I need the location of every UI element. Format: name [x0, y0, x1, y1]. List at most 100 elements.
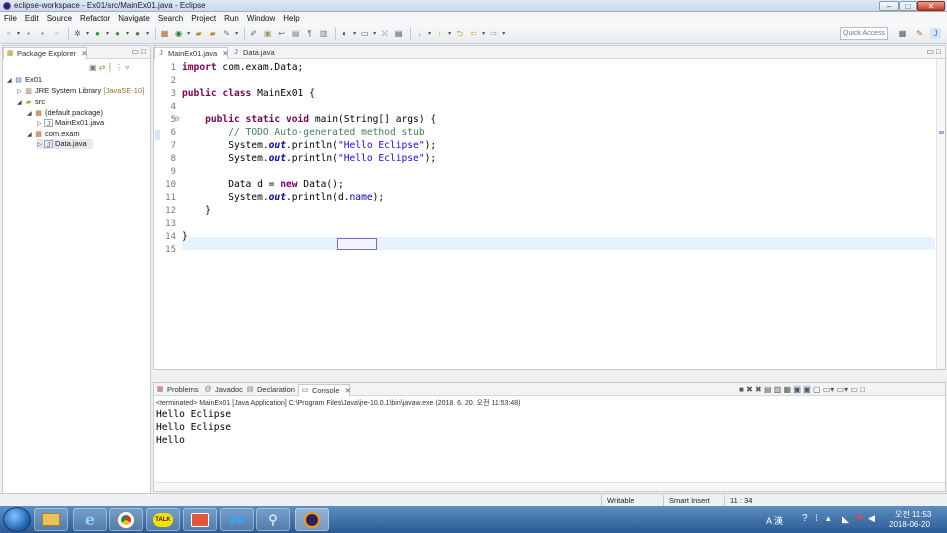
kakaotalk-icon[interactable]: TALK — [146, 508, 180, 531]
new-class-icon[interactable]: ◉ — [173, 28, 184, 39]
close-tab-icon[interactable]: ✕ — [345, 386, 351, 395]
search-icon[interactable]: ✎ — [221, 28, 232, 39]
collapse-all-icon[interactable]: ▣ — [89, 63, 97, 72]
action-center-flag-icon[interactable]: ⚑ — [855, 513, 863, 524]
internet-explorer-icon[interactable]: e — [73, 508, 107, 531]
tab-package-explorer[interactable]: ▦ Package Explorer ✕ — [3, 47, 88, 59]
next-annotation-icon[interactable]: ↓ — [414, 28, 425, 39]
show-on-stdout-icon[interactable]: ▣ — [793, 385, 801, 394]
remove-all-icon[interactable]: ✖ — [755, 385, 762, 394]
code-line[interactable]: System.out.println(d.name); — [182, 192, 384, 203]
tab-problems[interactable]: ▦ Problems — [154, 384, 200, 396]
menu-navigate[interactable]: Navigate — [118, 14, 150, 23]
close-button[interactable]: ✕ — [917, 1, 945, 11]
next-annotation-dropdown-icon[interactable]: ▾ — [428, 30, 431, 37]
java-perspective-icon[interactable]: J — [930, 28, 941, 39]
minimize-button[interactable]: – — [879, 1, 899, 11]
minimize-view-icon[interactable]: ▭ — [131, 47, 139, 56]
collapse-icon[interactable]: ▷ — [37, 119, 44, 129]
search-dropdown-icon[interactable]: ▾ — [235, 30, 238, 37]
display-console-dropdown-icon[interactable]: ▾ — [830, 385, 834, 394]
clock-date[interactable]: 2018-06-20 — [889, 520, 930, 529]
save-icon[interactable]: ▪ — [23, 28, 34, 39]
tree-item-com-exam[interactable]: ◢ ▦ com.exam — [27, 129, 80, 139]
link-with-editor-icon[interactable]: ⇄ — [99, 63, 106, 72]
tree-item-src[interactable]: ◢ ▰ src — [17, 97, 45, 107]
console-icon[interactable]: ▭ — [359, 28, 370, 39]
maximize-view-icon[interactable]: □ — [936, 47, 941, 56]
code-line[interactable]: public class MainEx01 { — [182, 88, 315, 99]
code-line[interactable]: System.out.println("Hello Eclipse"); — [182, 140, 436, 151]
minimize-view-icon[interactable]: ▭ — [926, 47, 934, 56]
coverage-dropdown-icon[interactable]: ▾ — [146, 30, 149, 37]
collapse-icon[interactable]: ▷ — [37, 140, 44, 150]
eclipse-taskbar-icon[interactable] — [295, 508, 329, 531]
ime-indicator[interactable]: A 漢 — [766, 514, 783, 527]
terminal-icon[interactable]: ▤ — [393, 28, 404, 39]
tab-declaration[interactable]: ▤ Declaration — [244, 384, 296, 396]
expand-icon[interactable]: ◢ — [27, 130, 34, 140]
prev-annotation-icon[interactable]: ↑ — [434, 28, 445, 39]
new-dropdown-icon[interactable]: ▾ — [17, 30, 20, 37]
coverage-icon[interactable]: ● — [132, 28, 143, 39]
word-wrap-icon[interactable]: ▦ — [784, 385, 792, 394]
menu-source[interactable]: Source — [47, 14, 72, 23]
windows-start-button[interactable] — [3, 507, 31, 532]
show-whitespace-icon-2[interactable]: ▥ — [318, 28, 329, 39]
file-explorer-icon[interactable] — [34, 508, 68, 531]
maximize-view-icon[interactable]: □ — [141, 47, 146, 56]
run-icon[interactable]: ● — [92, 28, 103, 39]
code-line[interactable]: Data d = new Data(); — [182, 179, 344, 190]
editor-vertical-scrollbar[interactable] — [936, 59, 945, 369]
clear-console-icon[interactable]: ▤ — [764, 385, 772, 394]
word-wrap-icon[interactable]: ↩ — [276, 28, 287, 39]
menu-project[interactable]: Project — [191, 14, 216, 23]
back-dropdown-icon[interactable]: ▾ — [482, 30, 485, 37]
tree-item-project[interactable]: ◢ ▤ Ex01 — [7, 75, 42, 85]
menu-file[interactable]: File — [4, 14, 17, 23]
show-whitespace-icon[interactable]: ¶ — [304, 28, 315, 39]
close-tab-icon[interactable]: ✕ — [222, 49, 228, 58]
run-dropdown-icon[interactable]: ▾ — [106, 30, 109, 37]
toggle-mark-icon[interactable]: ✐ — [248, 28, 259, 39]
prev-annotation-dropdown-icon[interactable]: ▾ — [448, 30, 451, 37]
maximize-button[interactable]: □ — [899, 1, 917, 11]
forward-dropdown-icon[interactable]: ▾ — [502, 30, 505, 37]
show-on-stderr-icon[interactable]: ▣ — [803, 385, 811, 394]
terminate-icon[interactable]: ■ — [739, 385, 744, 394]
tree-item-default-package[interactable]: ◢ ▦ (default package) — [27, 108, 103, 118]
network-icon[interactable]: ◣ — [842, 514, 849, 525]
open-task-icon[interactable]: ▰ — [207, 28, 218, 39]
code-line[interactable]: } — [182, 231, 188, 242]
expand-icon[interactable]: ◢ — [17, 98, 24, 108]
tab-javadoc[interactable]: @ Javadoc — [202, 384, 243, 396]
help-icon[interactable]: ? — [802, 513, 808, 524]
external-tools-icon[interactable]: ● — [112, 28, 123, 39]
chrome-icon[interactable] — [109, 508, 143, 531]
vscode-icon[interactable]: ⋈ — [220, 508, 254, 531]
tab-data[interactable]: J Data.java — [230, 47, 280, 59]
tree-item-jre-library[interactable]: ▷ ▥ JRE System Library [JavaSE-10] — [17, 86, 144, 96]
remove-launch-icon[interactable]: ✖ — [746, 385, 753, 394]
close-tab-icon[interactable]: ✕ — [81, 49, 87, 58]
annotation-icon[interactable]: ◐ — [339, 28, 350, 39]
focus-icon[interactable]: │ — [108, 63, 113, 72]
code-line[interactable]: public static void main(String[] args) { — [182, 114, 436, 125]
menu-refactor[interactable]: Refactor — [80, 14, 110, 23]
collapse-icon[interactable]: ▷ — [17, 87, 24, 97]
view-menu-icon[interactable]: ⋮ — [115, 63, 123, 72]
java-ee-perspective-icon[interactable]: ✎ — [914, 28, 925, 39]
console-dropdown-icon[interactable]: ▾ — [373, 30, 376, 37]
menu-window[interactable]: Window — [247, 14, 275, 23]
overview-ruler-marker[interactable] — [939, 131, 944, 134]
menu-search[interactable]: Search — [158, 14, 183, 23]
menu-run[interactable]: Run — [224, 14, 239, 23]
annotation-dropdown-icon[interactable]: ▾ — [353, 30, 356, 37]
open-type-icon[interactable]: ▰ — [193, 28, 204, 39]
save-all-icon[interactable]: ▪ — [37, 28, 48, 39]
tree-item-mainex01[interactable]: ▷ J MainEx01.java — [37, 118, 104, 128]
scroll-lock-icon[interactable]: ▥ — [774, 385, 782, 394]
clock-time[interactable]: 오전 11:53 — [895, 509, 931, 520]
expand-icon[interactable]: ◢ — [7, 76, 14, 86]
search-tool-icon[interactable]: ⚲ — [256, 508, 290, 531]
